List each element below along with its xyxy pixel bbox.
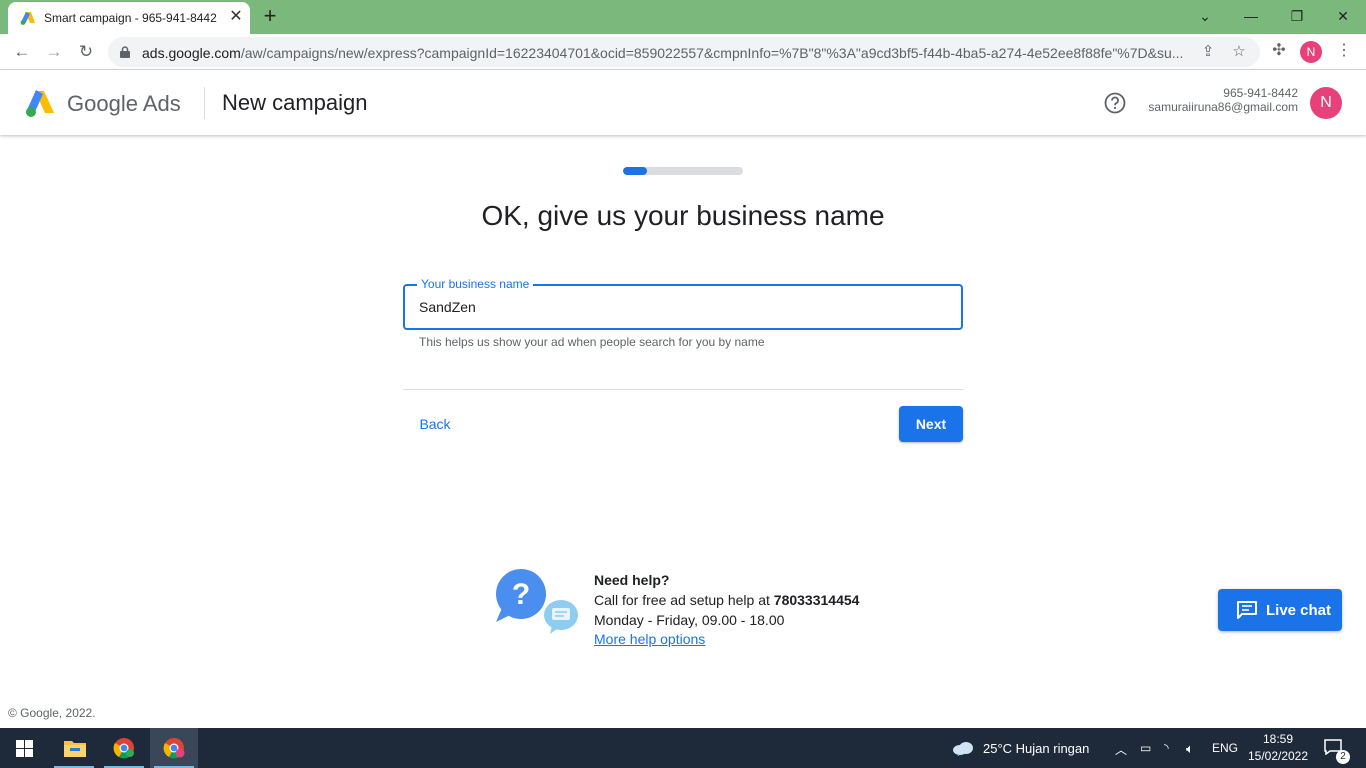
help-hours: Monday - Friday, 09.00 - 18.00 (594, 612, 785, 628)
step-heading: OK, give us your business name (481, 200, 885, 231)
help-title: Need help? (594, 572, 670, 588)
live-chat-button[interactable]: Live chat (1218, 589, 1342, 631)
volume-icon[interactable]: 🔈︎ (1186, 741, 1194, 757)
chrome-icon (113, 738, 134, 759)
footer-copyright: © Google, 2022. (8, 706, 96, 720)
help-icon[interactable] (1104, 92, 1126, 114)
clock-time[interactable]: 18:59 (1250, 732, 1306, 746)
browser-tab-strip: Smart campaign - 965-941-8442 ✕ + ⌄ — ❐ … (0, 0, 1366, 34)
browser-tab[interactable]: Smart campaign - 965-941-8442 ✕ (8, 2, 250, 34)
browser-profile-avatar[interactable]: N (1300, 41, 1322, 63)
url-path: /aw/campaigns/new/express?campaignId=162… (240, 45, 1184, 61)
browser-toolbar: ← → ↻ ads.google.com/aw/campaigns/new/ex… (0, 34, 1366, 70)
lock-icon (120, 46, 130, 58)
weather-cloud-icon (953, 742, 973, 756)
share-icon[interactable]: ⇪ (1198, 42, 1218, 62)
help-call-line: Call for free ad setup help at 780333144… (594, 592, 859, 608)
account-email[interactable]: samuraiiruna86@gmail.com (1148, 100, 1298, 114)
new-tab-icon[interactable]: + (258, 4, 282, 28)
help-phone-number: 78033314454 (773, 592, 860, 608)
product-name: Google Ads (67, 91, 181, 116)
clock-date[interactable]: 15/02/2022 (1244, 749, 1312, 763)
account-avatar[interactable]: N (1310, 87, 1342, 119)
tab-search-icon[interactable]: ⌄ (1182, 2, 1228, 30)
chevron-up-icon[interactable]: ︿ (1115, 741, 1127, 758)
minimize-icon[interactable]: — (1228, 2, 1274, 30)
help-chat-illustration-icon: ? (496, 569, 578, 634)
progress-bar (623, 167, 743, 175)
chrome-profile-taskbar-item[interactable] (150, 728, 198, 768)
star-icon[interactable]: ☆ (1229, 42, 1249, 62)
browser-menu-icon[interactable]: ⋮ (1333, 40, 1355, 62)
more-help-options-link[interactable]: More help options (594, 631, 705, 647)
svg-text:?: ? (512, 578, 530, 611)
business-name-hint: This helps us show your ad when people s… (419, 335, 765, 349)
google-ads-logo-icon (26, 90, 54, 117)
ads-header: Google Ads New campaign 965-941-8442 sam… (0, 70, 1366, 135)
reload-icon[interactable]: ↻ (72, 38, 100, 66)
form-divider (403, 389, 963, 390)
battery-icon[interactable]: ▭ (1140, 741, 1151, 755)
restore-icon[interactable]: ❐ (1274, 2, 1320, 30)
business-name-field[interactable]: Your business name (403, 277, 963, 330)
url-text: ads.google.com/aw/campaigns/new/express?… (142, 45, 1187, 61)
language-indicator[interactable]: ENG (1212, 741, 1238, 755)
page-title: New campaign (222, 90, 368, 115)
progress-fill (623, 167, 647, 175)
wifi-icon[interactable]: ◝ (1164, 741, 1169, 755)
close-tab-icon[interactable]: ✕ (227, 8, 245, 26)
weather-text[interactable]: 25°C Hujan ringan (983, 741, 1089, 756)
file-explorer-taskbar-item[interactable] (50, 728, 98, 768)
chat-icon (1237, 601, 1257, 619)
notification-count: 2 (1336, 750, 1350, 764)
close-window-icon[interactable]: ✕ (1320, 2, 1366, 30)
taskbar: 25°C Hujan ringan ︿ ▭ ◝ 🔈︎ ENG 18:59 15/… (0, 728, 1366, 768)
next-button[interactable]: Next (899, 406, 963, 442)
business-name-input[interactable] (419, 299, 939, 315)
address-bar[interactable]: ads.google.com/aw/campaigns/new/express?… (108, 37, 1260, 67)
tab-title: Smart campaign - 965-941-8442 (44, 11, 217, 25)
account-id[interactable]: 965-941-8442 (1223, 86, 1298, 100)
live-chat-label: Live chat (1266, 602, 1332, 619)
business-name-label: Your business name (417, 277, 534, 291)
forward-icon[interactable]: → (40, 38, 68, 66)
help-call-text: Call for free ad setup help at (594, 592, 774, 608)
back-icon[interactable]: ← (8, 38, 36, 66)
folder-icon (64, 741, 86, 757)
back-button[interactable]: Back (403, 406, 467, 442)
google-ads-favicon-icon (20, 12, 35, 25)
windows-start-icon[interactable] (16, 740, 33, 757)
extensions-icon[interactable]: ✣ (1268, 40, 1290, 62)
header-divider (204, 87, 205, 119)
url-host: ads.google.com (142, 45, 241, 61)
chrome-taskbar-item[interactable] (100, 728, 148, 768)
chrome-icon (163, 738, 185, 759)
